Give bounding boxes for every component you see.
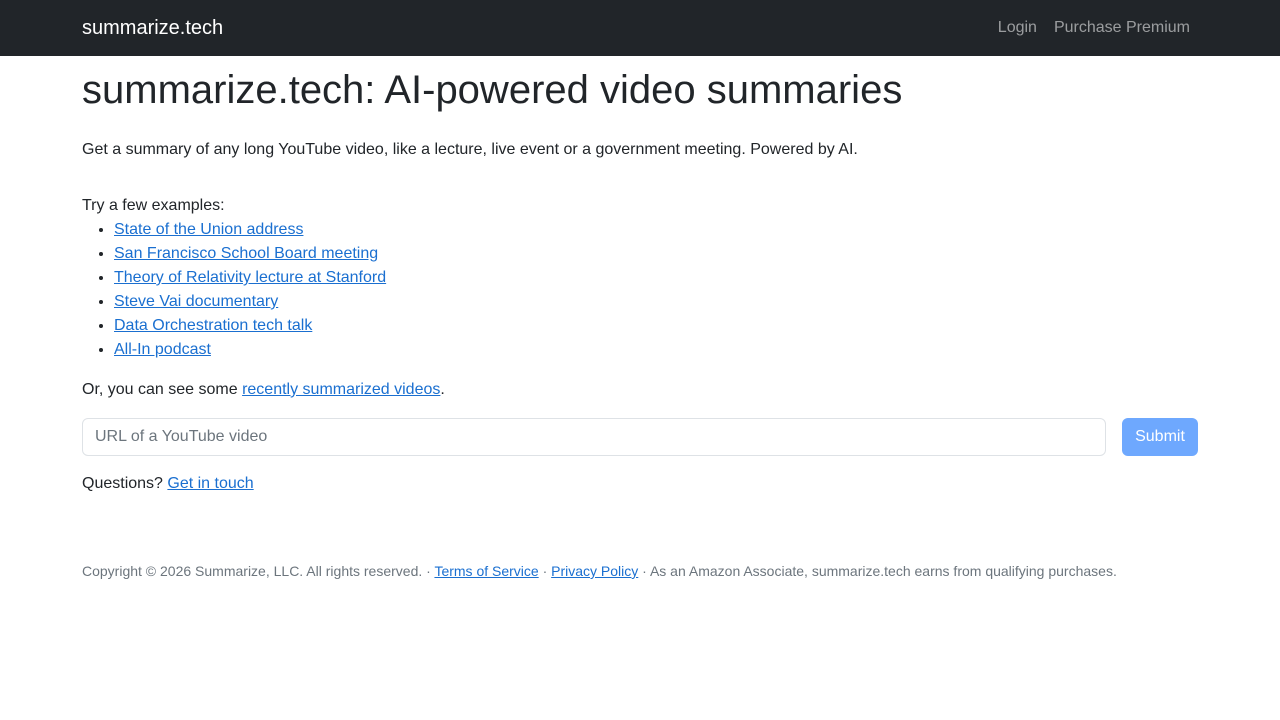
main-content: Get a summary of any long YouTube video,… bbox=[82, 138, 1198, 496]
url-form: Submit bbox=[82, 418, 1198, 456]
questions-prefix: Questions? bbox=[82, 475, 168, 492]
example-link-data-orchestration[interactable]: Data Orchestration tech talk bbox=[114, 317, 312, 334]
get-in-touch-link[interactable]: Get in touch bbox=[167, 475, 253, 492]
example-link-relativity-lecture[interactable]: Theory of Relativity lecture at Stanford bbox=[114, 269, 386, 286]
list-item: Data Orchestration tech talk bbox=[114, 314, 1198, 338]
purchase-premium-link[interactable]: Purchase Premium bbox=[1054, 19, 1190, 37]
recent-paragraph: Or, you can see some recently summarized… bbox=[82, 378, 1198, 402]
list-item: State of the Union address bbox=[114, 218, 1198, 242]
footer-separator: · bbox=[538, 563, 552, 579]
questions-paragraph: Questions? Get in touch bbox=[82, 472, 1198, 496]
submit-button[interactable]: Submit bbox=[1122, 418, 1198, 456]
terms-of-service-link[interactable]: Terms of Service bbox=[434, 563, 538, 579]
brand-logo-link[interactable]: summarize.tech bbox=[82, 17, 223, 40]
recent-suffix: . bbox=[440, 381, 445, 398]
recently-summarized-link[interactable]: recently summarized videos bbox=[242, 381, 440, 398]
example-link-steve-vai[interactable]: Steve Vai documentary bbox=[114, 293, 278, 310]
amazon-associate-text: · As an Amazon Associate, summarize.tech… bbox=[638, 563, 1117, 579]
list-item: Steve Vai documentary bbox=[114, 290, 1198, 314]
example-link-sf-school-board[interactable]: San Francisco School Board meeting bbox=[114, 245, 378, 262]
list-item: Theory of Relativity lecture at Stanford bbox=[114, 266, 1198, 290]
recent-prefix: Or, you can see some bbox=[82, 381, 243, 398]
list-item: San Francisco School Board meeting bbox=[114, 242, 1198, 266]
footer: Copyright © 2026 Summarize, LLC. All rig… bbox=[82, 561, 1198, 581]
examples-list: State of the Union address San Francisco… bbox=[82, 218, 1198, 362]
youtube-url-input[interactable] bbox=[82, 418, 1106, 456]
example-link-all-in-podcast[interactable]: All-In podcast bbox=[114, 341, 211, 358]
examples-intro: Try a few examples: bbox=[82, 197, 225, 214]
login-link[interactable]: Login bbox=[998, 19, 1037, 37]
privacy-policy-link[interactable]: Privacy Policy bbox=[551, 563, 638, 579]
page-title: summarize.tech: AI-powered video summari… bbox=[82, 68, 903, 112]
top-navbar: summarize.tech Login Purchase Premium bbox=[0, 0, 1280, 56]
list-item: All-In podcast bbox=[114, 338, 1198, 362]
nav-links: Login Purchase Premium bbox=[998, 19, 1190, 37]
example-link-state-of-the-union[interactable]: State of the Union address bbox=[114, 221, 303, 238]
lead-paragraph: Get a summary of any long YouTube video,… bbox=[82, 141, 858, 158]
copyright-text: Copyright © 2026 Summarize, LLC. All rig… bbox=[82, 563, 435, 579]
